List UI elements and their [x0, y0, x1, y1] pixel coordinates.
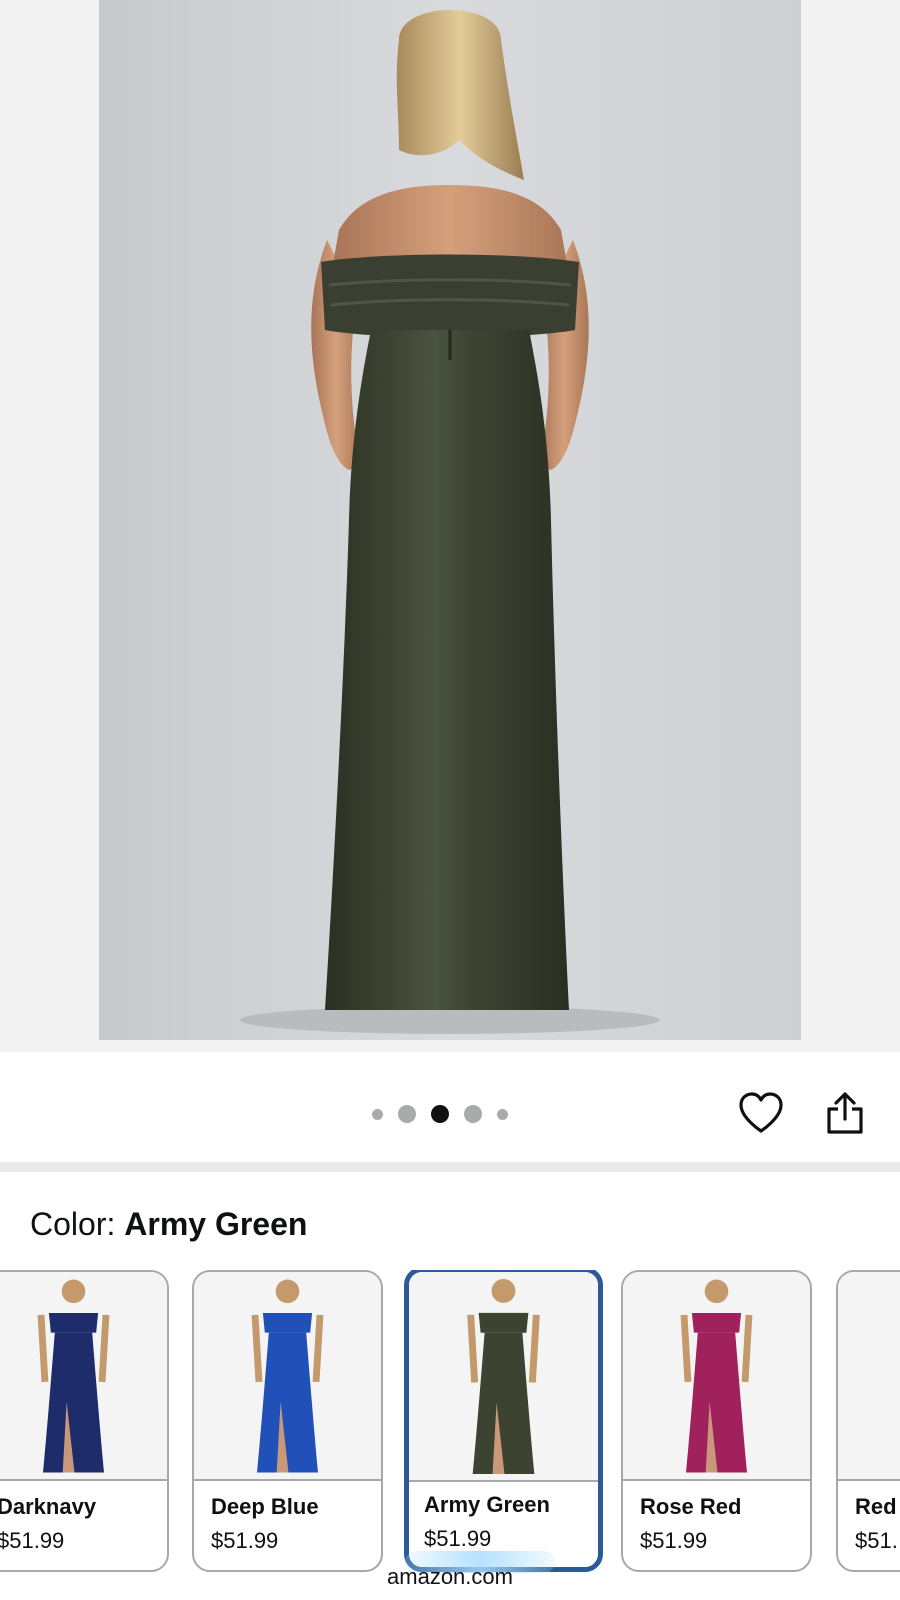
swatch-name: Rose Red [640, 1494, 742, 1519]
swatch-name: Red [855, 1494, 897, 1519]
carousel-dot-2[interactable] [398, 1105, 416, 1123]
swatch-thumbnail [623, 1272, 810, 1481]
dress-thumbnail-image [838, 1273, 900, 1478]
carousel-dot-1[interactable] [372, 1108, 383, 1120]
dress-thumbnail-image [37, 1279, 110, 1473]
dress-back-view-image [99, 0, 801, 1040]
carousel-dot-3-active[interactable] [431, 1105, 449, 1123]
swatch-thumbnail [838, 1272, 900, 1481]
swatch-rose-red[interactable]: Rose Red $51.99 [621, 1270, 812, 1572]
swatch-darknavy[interactable]: Darknavy $51.99 [0, 1270, 169, 1572]
share-button[interactable] [818, 1086, 872, 1140]
product-photo[interactable] [99, 0, 801, 1040]
carousel-dot-5[interactable] [497, 1108, 508, 1120]
swatch-name: Army Green [424, 1492, 550, 1517]
dress-thumbnail-image [467, 1279, 540, 1474]
wishlist-button[interactable] [734, 1086, 788, 1140]
swatch-thumbnail [194, 1272, 381, 1481]
color-label: Color: Army Green [30, 1206, 307, 1243]
swatch-price: $51.99 [640, 1528, 708, 1553]
selected-color-name: Army Green [124, 1206, 308, 1242]
color-swatch-list[interactable]: Darknavy $51.99 Deep Blue $51.99 Army Gr… [0, 1270, 900, 1575]
swatch-price: $51.99 [0, 1528, 65, 1553]
swatch-deep-blue[interactable]: Deep Blue $51.99 [192, 1270, 383, 1572]
swatch-red[interactable]: Red $51. [836, 1270, 900, 1572]
swatch-thumbnail [409, 1272, 598, 1482]
swatch-thumbnail [0, 1272, 167, 1481]
image-action-row [0, 1052, 900, 1162]
swatch-name: Darknavy [0, 1494, 97, 1519]
carousel-indicator[interactable] [372, 1104, 523, 1124]
swatch-price: $51.99 [211, 1528, 279, 1553]
swatch-army-green-selected[interactable]: Army Green $51.99 [404, 1270, 603, 1572]
heart-icon [739, 1092, 783, 1133]
share-icon [827, 1092, 863, 1134]
dress-thumbnail-image [251, 1279, 324, 1473]
product-image-area [0, 0, 900, 1052]
carousel-dot-4[interactable] [464, 1105, 482, 1123]
url-text: amazon.com [387, 1564, 513, 1589]
swatch-name: Deep Blue [211, 1494, 319, 1519]
browser-url-bar[interactable]: amazon.com [340, 1554, 560, 1600]
dress-thumbnail-image [680, 1279, 753, 1473]
section-divider [0, 1162, 900, 1172]
swatch-price: $51. [855, 1528, 898, 1553]
swatch-price: $51.99 [424, 1526, 492, 1551]
color-label-prefix: Color: [30, 1206, 116, 1242]
